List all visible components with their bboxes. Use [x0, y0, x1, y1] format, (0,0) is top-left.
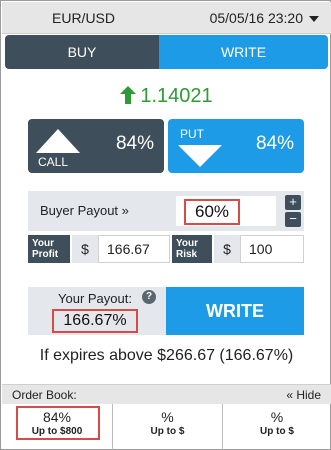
profit-risk-row: Your Profit $ 166.67 Your Risk $ 100	[28, 235, 304, 263]
put-percent: 84%	[255, 133, 294, 154]
app-frame: EUR/USD 05/05/16 23:20 BUY WRITE 1.14021…	[0, 0, 331, 450]
risk-input[interactable]: 100	[240, 235, 304, 263]
risk-label-line2: Risk	[176, 249, 198, 260]
triangle-down-icon	[178, 145, 222, 167]
current-price: 1.14021	[1, 85, 331, 108]
payout-stepper: + −	[285, 195, 301, 227]
risk-label-line1: Your	[176, 238, 199, 249]
currency-pair[interactable]: EUR/USD	[52, 10, 115, 26]
order-book-entry[interactable]: % Up to $	[222, 404, 331, 450]
order-book-entries: 84% Up to $800 % Up to $ % Up to $	[2, 404, 331, 450]
order-book-entry[interactable]: % Up to $	[112, 404, 222, 450]
entry-percent: %	[161, 409, 174, 425]
increment-button[interactable]: +	[285, 195, 301, 210]
expiry-datetime-text: 05/05/16 23:20	[209, 10, 303, 26]
tab-write[interactable]: WRITE	[159, 35, 328, 69]
risk-currency: $	[214, 235, 240, 263]
expiry-datetime-select[interactable]: 05/05/16 23:20	[210, 10, 319, 26]
price-value: 1.14021	[140, 85, 213, 107]
buyer-payout-panel: Buyer Payout » 60% + −	[28, 191, 304, 231]
order-book-label: Order Book:	[12, 388, 77, 402]
arrow-up-icon	[120, 86, 137, 104]
entry-limit: Up to $	[260, 426, 294, 437]
your-risk-label: Your Risk	[172, 235, 212, 263]
order-book-entry[interactable]: 84% Up to $800	[2, 404, 112, 450]
buyer-payout-label[interactable]: Buyer Payout »	[40, 203, 129, 218]
highlight-box	[16, 406, 100, 440]
your-payout-panel: Your Payout: ? 166.67% WRITE	[28, 287, 304, 335]
put-label: PUT	[180, 127, 204, 141]
call-button[interactable]: CALL 84%	[28, 119, 164, 173]
chevron-down-icon	[309, 16, 319, 23]
entry-percent: %	[270, 409, 284, 425]
profit-label-line2: Profit	[32, 249, 59, 260]
your-payout-label: Your Payout:	[58, 291, 132, 306]
profit-currency: $	[72, 235, 98, 263]
put-button[interactable]: PUT 84%	[168, 119, 304, 173]
profit-label-line1: Your	[32, 238, 55, 249]
tab-buy[interactable]: BUY	[5, 35, 159, 69]
write-button[interactable]: WRITE	[166, 287, 304, 335]
buyer-payout-field[interactable]: 60%	[176, 196, 276, 226]
hide-order-book-link[interactable]: « Hide	[286, 388, 321, 402]
call-label: CALL	[38, 155, 69, 169]
help-icon[interactable]: ?	[142, 290, 156, 304]
triangle-up-icon	[36, 129, 80, 153]
entry-limit: Up to $	[150, 426, 185, 437]
expires-summary: If expires above $266.67 (166.67%)	[39, 347, 294, 364]
order-book-header: Order Book: « Hide	[2, 384, 331, 404]
profit-input[interactable]: 166.67	[98, 235, 170, 263]
mode-tabs: BUY WRITE	[5, 35, 328, 69]
top-bar: EUR/USD 05/05/16 23:20	[2, 2, 331, 34]
your-payout-value: 166.67%	[52, 309, 138, 333]
buyer-payout-value: 60%	[184, 199, 240, 225]
decrement-button[interactable]: −	[285, 212, 301, 227]
your-profit-label: Your Profit	[28, 235, 70, 263]
call-percent: 84%	[115, 133, 154, 154]
